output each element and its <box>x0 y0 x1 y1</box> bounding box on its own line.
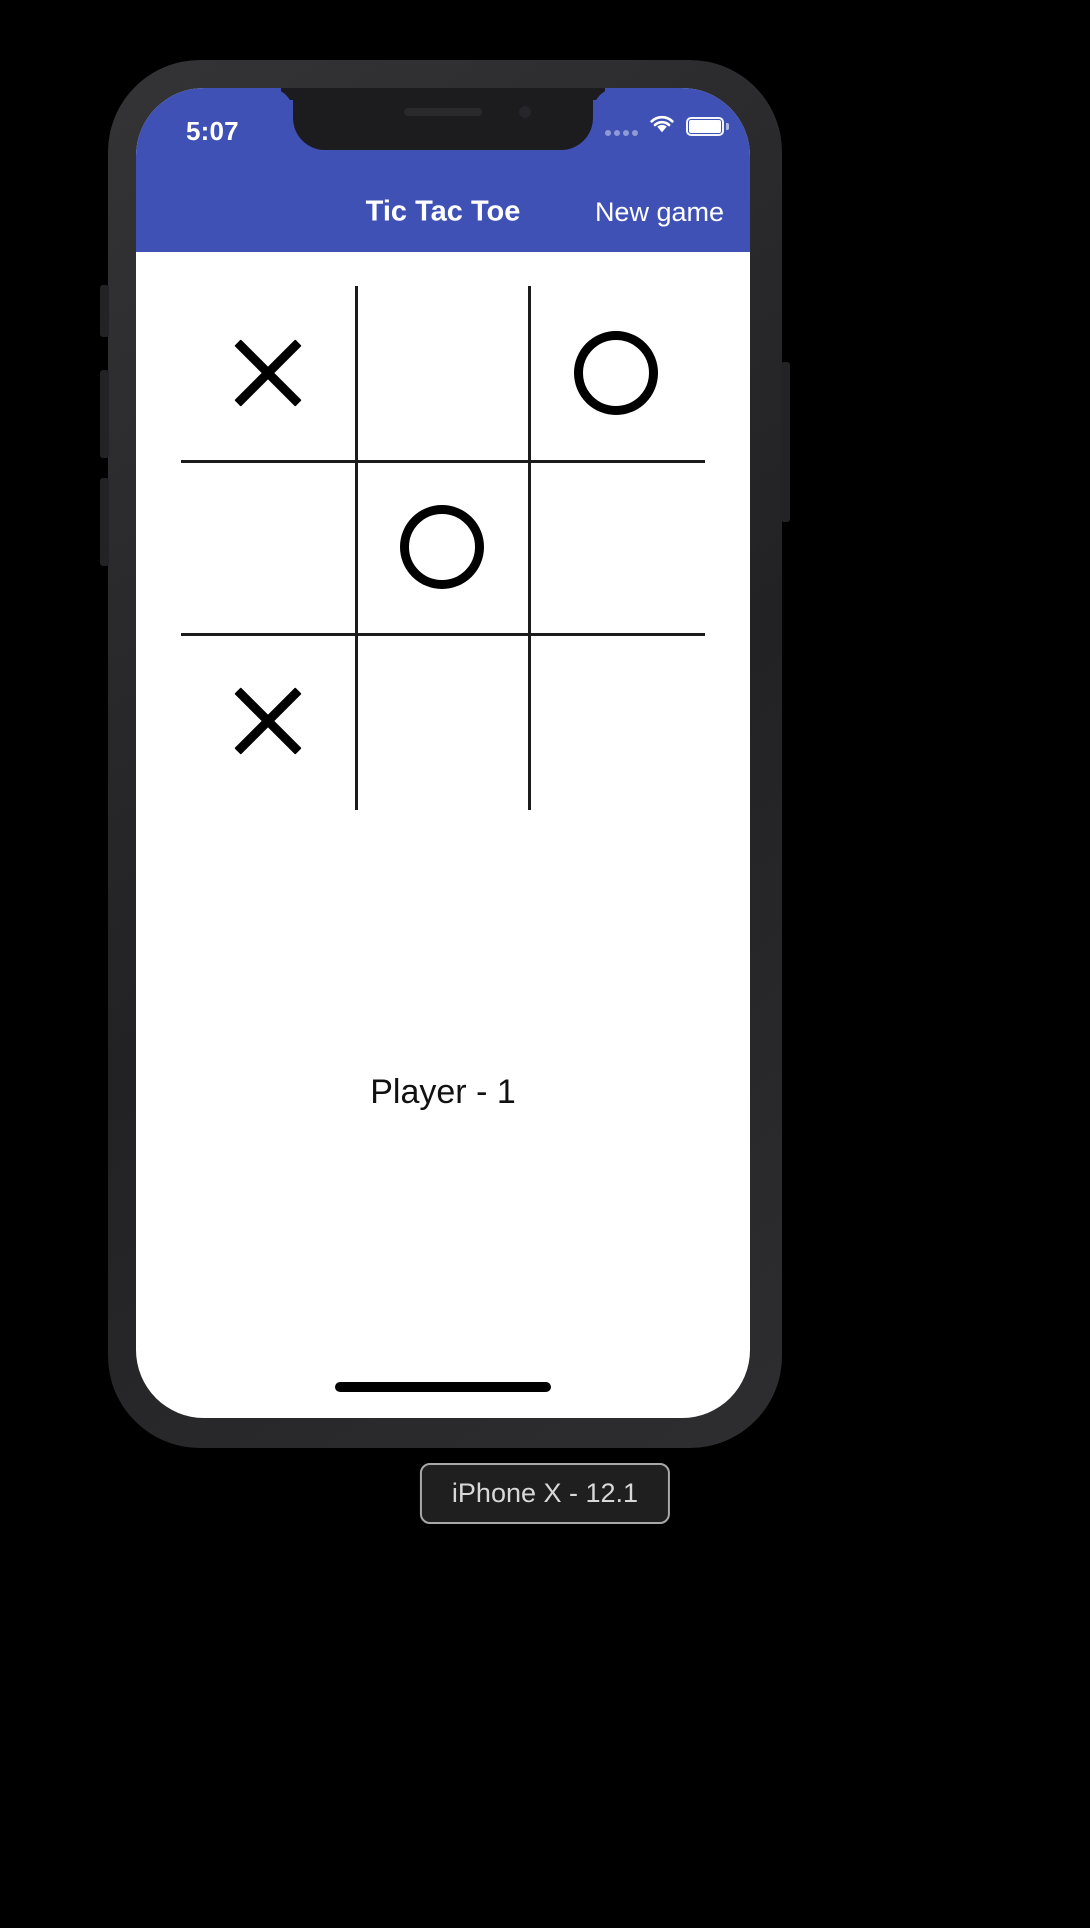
device-screen: 5:07 Tic Tac Toe New game Player - 1 <box>136 88 750 1418</box>
volume-up-button[interactable] <box>100 370 109 458</box>
home-indicator[interactable] <box>335 1382 551 1392</box>
app-bar: Tic Tac Toe New game <box>136 172 750 252</box>
board-cell-1[interactable] <box>355 286 529 460</box>
status-bar-indicators <box>605 114 729 139</box>
power-button[interactable] <box>781 362 790 522</box>
wifi-icon <box>648 114 676 139</box>
earpiece-speaker <box>404 108 482 116</box>
battery-full-icon <box>686 117 729 136</box>
mark-o-icon <box>400 505 484 589</box>
status-bar-time: 5:07 <box>186 116 239 146</box>
simulator-stage: 5:07 Tic Tac Toe New game Player - 1 iPh… <box>0 0 1090 1928</box>
device-notch <box>293 88 593 150</box>
device-name-label: iPhone X - 12.1 <box>419 1463 671 1524</box>
board-cell-5[interactable] <box>529 460 703 634</box>
cellular-dots-icon <box>605 118 638 136</box>
mark-o-icon <box>574 331 658 415</box>
mark-x-icon <box>225 678 311 764</box>
front-camera-icon <box>519 106 531 118</box>
board-cell-6[interactable] <box>181 634 355 808</box>
player-turn-status: Player - 1 <box>370 1073 516 1111</box>
mark-x-icon <box>225 330 311 416</box>
page-title: Tic Tac Toe <box>365 195 521 228</box>
tic-tac-toe-board <box>181 286 705 810</box>
board-cell-3[interactable] <box>181 460 355 634</box>
board-cell-4[interactable] <box>355 460 529 634</box>
board-cell-7[interactable] <box>355 634 529 808</box>
board-cell-8[interactable] <box>529 634 703 808</box>
board-cell-0[interactable] <box>181 286 355 460</box>
silent-switch-button[interactable] <box>100 285 109 337</box>
new-game-button[interactable]: New game <box>581 187 738 238</box>
board-cell-2[interactable] <box>529 286 703 460</box>
volume-down-button[interactable] <box>100 478 109 566</box>
